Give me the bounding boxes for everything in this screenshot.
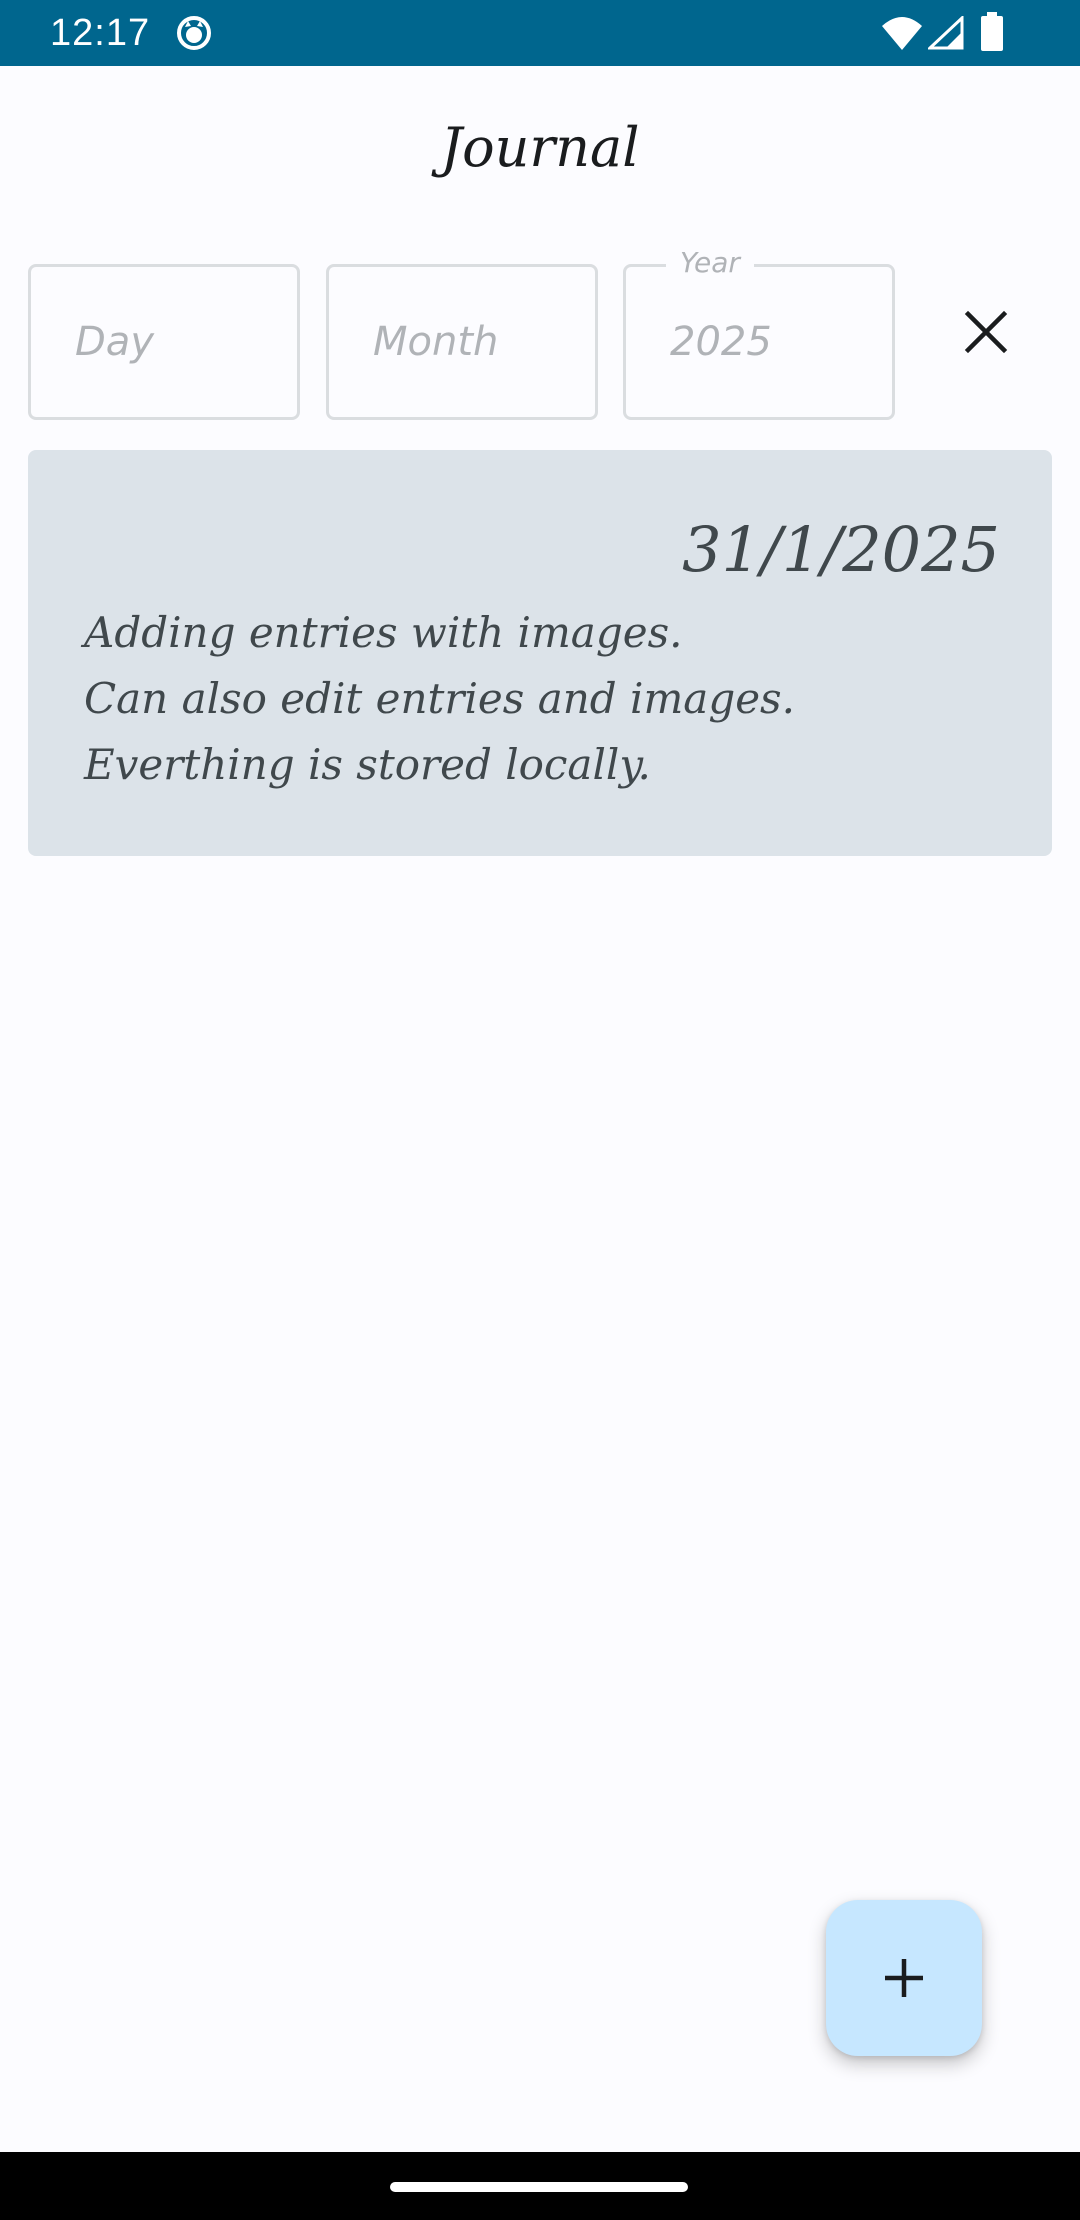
- signal-icon: [928, 16, 964, 50]
- add-entry-button[interactable]: [826, 1900, 982, 2056]
- clear-filter-button[interactable]: [946, 292, 1026, 372]
- add-icon: [885, 1959, 923, 1997]
- page-title: Journal: [440, 116, 640, 179]
- journal-entry-card[interactable]: 31/1/2025 Adding entries with images. Ca…: [28, 450, 1052, 856]
- status-time: 12:17: [50, 12, 151, 54]
- entry-text-line: Everthing is stored locally.: [84, 740, 651, 789]
- entry-text-line: Adding entries with images.: [84, 608, 683, 657]
- year-field-label: Year: [666, 245, 754, 281]
- app-notification-icon: [177, 16, 211, 50]
- year-field[interactable]: Year 2025: [623, 245, 895, 420]
- day-field-placeholder: Day: [75, 319, 154, 365]
- entry-date: 31/1/2025: [682, 513, 1000, 586]
- entry-text-line: Can also edit entries and images.: [84, 674, 795, 723]
- year-field-value: 2025: [670, 319, 772, 365]
- month-field[interactable]: Month: [326, 264, 598, 420]
- status-bar: 12:17: [0, 0, 1080, 66]
- month-field-placeholder: Month: [373, 319, 499, 365]
- navigation-bar: [0, 2152, 1080, 2220]
- wifi-icon: [882, 17, 922, 50]
- day-field[interactable]: Day: [28, 264, 300, 420]
- battery-icon: [981, 12, 1003, 51]
- home-gesture-handle[interactable]: [390, 2182, 688, 2192]
- close-icon: [964, 310, 1008, 354]
